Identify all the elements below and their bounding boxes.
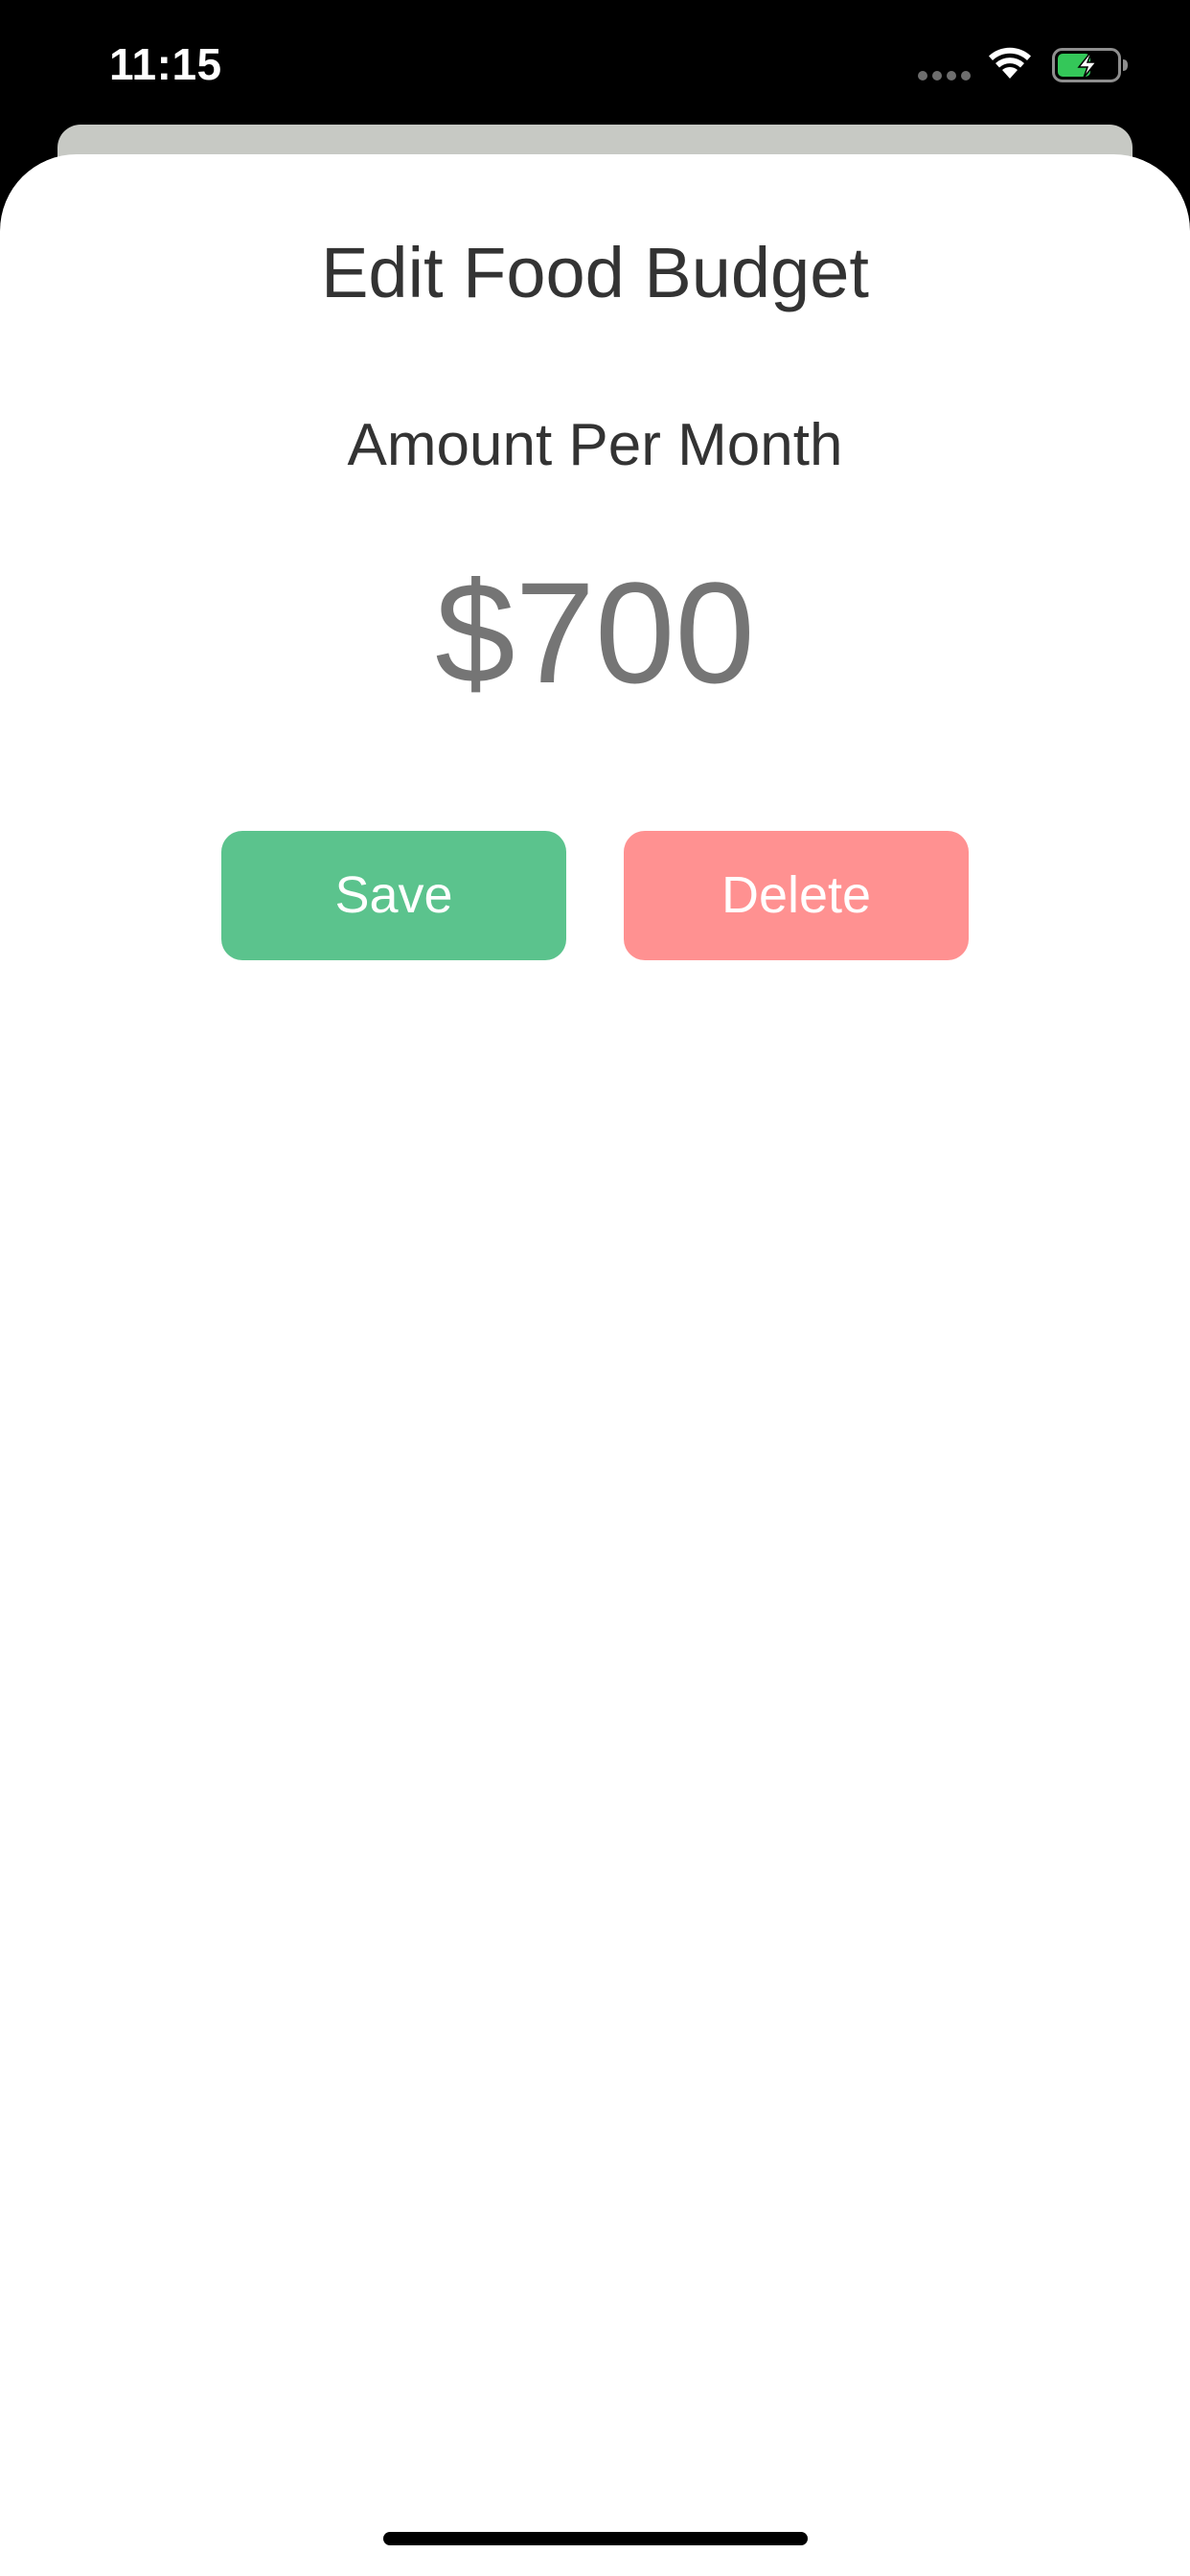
status-time: 11:15	[109, 39, 222, 89]
delete-button[interactable]: Delete	[624, 831, 969, 960]
amount-value[interactable]: $700	[0, 561, 1190, 704]
wifi-icon	[989, 47, 1031, 79]
home-indicator[interactable]	[383, 2532, 808, 2545]
battery-charging-icon	[1052, 48, 1128, 82]
amount-label: Amount Per Month	[347, 412, 843, 478]
status-bar: 11:15	[0, 0, 1190, 125]
save-button[interactable]: Save	[221, 831, 566, 960]
page-title: Edit Food Budget	[321, 233, 869, 312]
cellular-signal-icon	[918, 71, 972, 80]
edit-budget-sheet	[0, 154, 1190, 2576]
